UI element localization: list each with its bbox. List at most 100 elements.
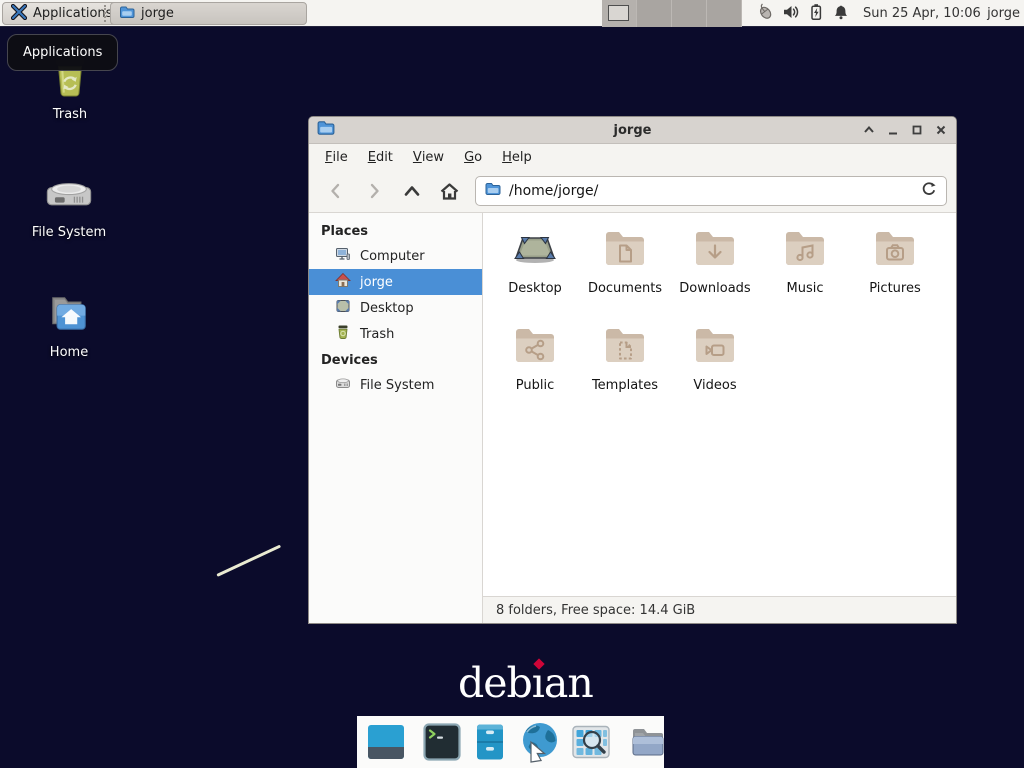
- menu-edit[interactable]: Edit: [358, 144, 403, 170]
- applications-tooltip: Applications: [7, 34, 118, 71]
- downloads-folder-icon: [691, 224, 739, 276]
- file-item-videos[interactable]: Videos: [670, 321, 760, 418]
- terminal-icon[interactable]: [422, 722, 462, 762]
- battery-icon[interactable]: [807, 3, 825, 25]
- desktop-surface-icon: [511, 224, 559, 276]
- application-finder-icon[interactable]: [570, 722, 612, 762]
- file-item-label: Pictures: [869, 281, 920, 296]
- file-item-public[interactable]: Public: [490, 321, 580, 418]
- sidebar: Places Computer: [309, 213, 483, 623]
- home-folder-icon: [27, 288, 111, 340]
- stray-line-artifact: [216, 545, 281, 577]
- desktop-icon: [335, 298, 351, 318]
- sidebar-item-computer[interactable]: Computer: [309, 243, 482, 269]
- desktop-icon-label: Home: [27, 345, 111, 360]
- up-button[interactable]: [394, 175, 429, 207]
- pictures-folder-icon: [871, 224, 919, 276]
- desktop-icon-home[interactable]: Home: [27, 288, 111, 360]
- path-input[interactable]: /home/jorge/: [509, 183, 913, 199]
- menu-go[interactable]: Go: [454, 144, 492, 170]
- home-icon: [335, 272, 351, 292]
- reload-icon[interactable]: [921, 181, 937, 201]
- sidebar-item-label: Desktop: [360, 301, 414, 316]
- back-button[interactable]: [318, 175, 353, 207]
- sidebar-item-label: File System: [360, 378, 434, 393]
- menubar: File Edit View Go Help: [309, 144, 956, 170]
- file-item-downloads[interactable]: Downloads: [670, 224, 760, 321]
- file-item-label: Videos: [693, 378, 736, 393]
- videos-folder-icon: [691, 321, 739, 373]
- taskbar-grip[interactable]: [104, 5, 107, 22]
- menu-view[interactable]: View: [403, 144, 454, 170]
- desktop-icon-label: Trash: [28, 107, 112, 122]
- file-item-documents[interactable]: Documents: [580, 224, 670, 321]
- statusbar-text: 8 folders, Free space: 14.4 GiB: [496, 603, 695, 618]
- documents-folder-icon: [601, 224, 649, 276]
- shade-button[interactable]: [861, 123, 876, 138]
- menu-file[interactable]: File: [315, 144, 358, 170]
- drive-small-icon: [335, 375, 351, 395]
- forward-button[interactable]: [356, 175, 391, 207]
- hard-drive-icon: [27, 168, 111, 220]
- file-manager-icon[interactable]: [470, 722, 510, 762]
- show-desktop-icon[interactable]: [366, 722, 406, 762]
- music-folder-icon: [781, 224, 829, 276]
- menu-help[interactable]: Help: [492, 144, 542, 170]
- file-view[interactable]: Desktop Documents: [483, 213, 956, 596]
- web-browser-icon[interactable]: [518, 720, 562, 764]
- panel-user-menu[interactable]: jorge: [987, 0, 1020, 27]
- system-tray: [756, 0, 850, 27]
- home-button[interactable]: [432, 175, 467, 207]
- volume-icon[interactable]: [782, 3, 800, 25]
- taskbar-window-label: jorge: [141, 6, 174, 21]
- workspace-3[interactable]: [672, 0, 707, 27]
- toolbar: /home/jorge/: [309, 170, 956, 213]
- file-item-pictures[interactable]: Pictures: [850, 224, 940, 321]
- file-item-label: Music: [787, 281, 824, 296]
- location-bar[interactable]: /home/jorge/: [475, 176, 947, 206]
- file-item-label: Documents: [588, 281, 662, 296]
- file-item-templates[interactable]: Templates: [580, 321, 670, 418]
- window-title: jorge: [309, 123, 956, 138]
- file-manager-window: jorge File Edit View Go Help: [308, 116, 957, 624]
- sidebar-item-desktop[interactable]: Desktop: [309, 295, 482, 321]
- workspace-1[interactable]: [602, 0, 637, 27]
- computer-icon: [335, 246, 351, 266]
- applications-menu-label: Applications: [33, 6, 112, 21]
- workspace-2[interactable]: [637, 0, 672, 27]
- panel-clock[interactable]: Sun 25 Apr, 10:06: [863, 0, 981, 27]
- tooltip-label: Applications: [23, 45, 102, 60]
- file-item-label: Templates: [592, 378, 658, 393]
- sidebar-places-header: Places: [309, 218, 482, 243]
- file-item-label: Desktop: [508, 281, 562, 296]
- sidebar-devices-header: Devices: [309, 347, 482, 372]
- close-button[interactable]: [933, 123, 948, 138]
- notifications-bell-icon[interactable]: [832, 3, 850, 25]
- public-folder-icon: [511, 321, 559, 373]
- folder-launcher-icon[interactable]: [628, 723, 668, 761]
- sidebar-item-jorge[interactable]: jorge: [309, 269, 482, 295]
- mouse-icon[interactable]: [756, 3, 775, 25]
- statusbar: 8 folders, Free space: 14.4 GiB: [483, 596, 956, 623]
- sidebar-item-label: jorge: [360, 275, 393, 290]
- path-folder-icon: [485, 182, 501, 200]
- file-item-music[interactable]: Music: [760, 224, 850, 321]
- sidebar-item-label: Computer: [360, 249, 425, 264]
- sidebar-item-file-system[interactable]: File System: [309, 372, 482, 398]
- trash-small-icon: [335, 324, 351, 344]
- workspace-window-preview: [608, 5, 629, 21]
- sidebar-item-trash[interactable]: Trash: [309, 321, 482, 347]
- workspace-4[interactable]: [707, 0, 742, 27]
- maximize-button[interactable]: [909, 123, 924, 138]
- file-item-desktop[interactable]: Desktop: [490, 224, 580, 321]
- taskbar-window-button[interactable]: jorge: [110, 2, 307, 25]
- desktop-icon-file-system[interactable]: File System: [27, 168, 111, 240]
- sidebar-item-label: Trash: [360, 327, 394, 342]
- minimize-button[interactable]: [885, 123, 900, 138]
- titlebar[interactable]: jorge: [309, 117, 956, 144]
- xfce-applications-icon: [11, 4, 27, 24]
- top-panel: Applications jorge: [0, 0, 1024, 27]
- desktop-icon-label: File System: [27, 225, 111, 240]
- workspace-switcher[interactable]: [602, 0, 742, 27]
- templates-folder-icon: [601, 321, 649, 373]
